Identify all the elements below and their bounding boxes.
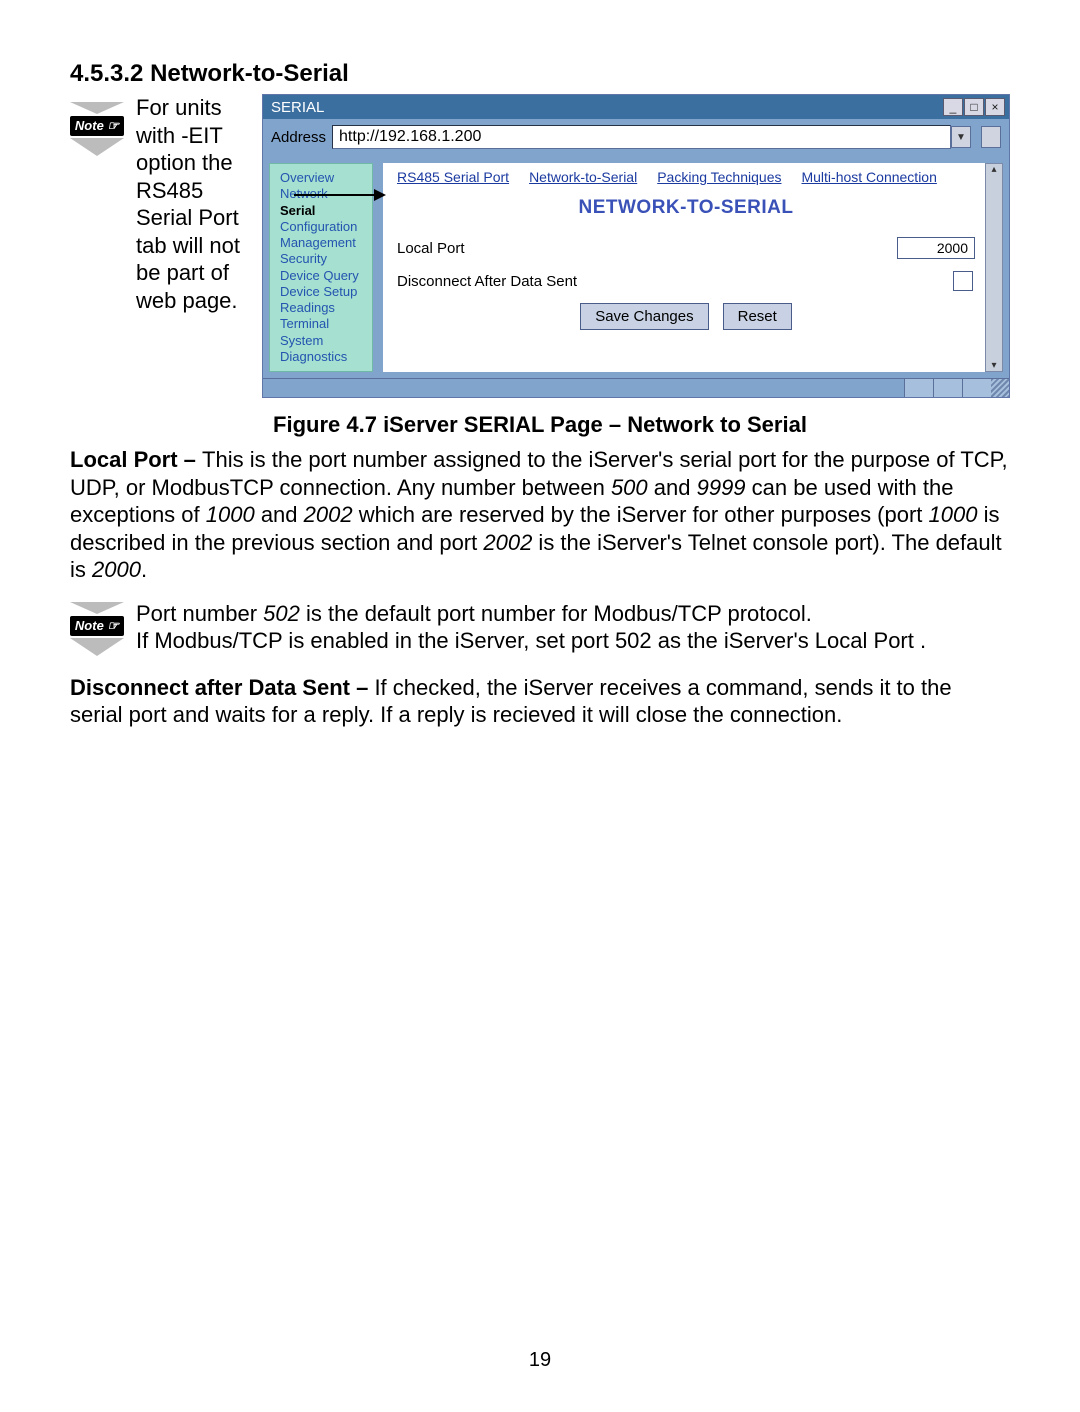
section-heading: 4.5.3.2 Network-to-Serial bbox=[70, 60, 1010, 88]
resize-grip-icon[interactable] bbox=[991, 379, 1009, 397]
nav-item-system[interactable]: System bbox=[280, 333, 366, 349]
content-vertical-scrollbar[interactable]: ▴ ▾ bbox=[985, 163, 1003, 372]
tab-network-to-serial[interactable]: Network-to-Serial bbox=[529, 169, 637, 185]
tab-rs485-serial-port[interactable]: RS485 Serial Port bbox=[397, 169, 509, 185]
nav-item-configuration[interactable]: Configuration bbox=[280, 219, 366, 235]
nav-item-serial[interactable]: Serial bbox=[280, 203, 366, 219]
address-go-button[interactable] bbox=[981, 126, 1001, 148]
nav-item-overview[interactable]: Overview bbox=[280, 170, 366, 186]
disconnect-after-data-sent-checkbox[interactable] bbox=[953, 271, 973, 291]
sidenote-text: For units with -EIT option the RS485 Ser… bbox=[130, 94, 262, 314]
tab-multi-host-connection[interactable]: Multi-host Connection bbox=[801, 169, 936, 185]
nav-item-device-setup[interactable]: Device Setup bbox=[280, 284, 366, 300]
window-status-bar bbox=[263, 378, 1009, 397]
nav-sidebar: Overview Network Serial Configuration Ma… bbox=[269, 163, 373, 372]
nav-item-terminal[interactable]: Terminal bbox=[280, 316, 366, 332]
tab-packing-techniques[interactable]: Packing Techniques bbox=[657, 169, 781, 185]
note-2-text: Port number 502 is the default port numb… bbox=[130, 600, 1010, 656]
window-close-button[interactable]: × bbox=[985, 98, 1005, 116]
paragraph-local-port: Local Port – This is the port number ass… bbox=[70, 446, 1010, 584]
nav-item-management[interactable]: Management bbox=[280, 235, 366, 251]
address-input[interactable]: http://192.168.1.200 bbox=[332, 125, 951, 149]
page-number: 19 bbox=[0, 1349, 1080, 1372]
paragraph-disconnect: Disconnect after Data Sent – If checked,… bbox=[70, 674, 1010, 729]
figure-caption: Figure 4.7 iServer SERIAL Page – Network… bbox=[70, 412, 1010, 438]
nav-item-network[interactable]: Network bbox=[280, 186, 366, 202]
panel-title: NETWORK-TO-SERIAL bbox=[397, 197, 975, 219]
note-icon-1: Note ☞ bbox=[70, 94, 130, 156]
window-maximize-button[interactable]: □ bbox=[964, 98, 984, 116]
reset-button[interactable]: Reset bbox=[723, 303, 792, 330]
save-changes-button[interactable]: Save Changes bbox=[580, 303, 708, 330]
nav-item-readings[interactable]: Readings bbox=[280, 300, 366, 316]
note-label: Note ☞ bbox=[70, 116, 124, 136]
content-panel: RS485 Serial Port Network-to-Serial Pack… bbox=[383, 163, 985, 372]
scroll-up-icon[interactable]: ▴ bbox=[991, 164, 996, 175]
nav-item-diagnostics[interactable]: Diagnostics bbox=[280, 349, 366, 365]
address-label: Address bbox=[271, 129, 326, 146]
nav-item-security[interactable]: Security bbox=[280, 251, 366, 267]
window-title: SERIAL bbox=[271, 99, 942, 116]
nav-item-device-query[interactable]: Device Query bbox=[280, 268, 366, 284]
local-port-input[interactable]: 2000 bbox=[897, 237, 975, 259]
screenshot-window: SERIAL _ □ × Address http://192.168.1.20… bbox=[262, 94, 1010, 398]
scroll-down-icon[interactable]: ▾ bbox=[991, 360, 996, 371]
disconnect-after-data-sent-label: Disconnect After Data Sent bbox=[397, 273, 953, 290]
window-titlebar: SERIAL _ □ × bbox=[263, 95, 1009, 119]
window-minimize-button[interactable]: _ bbox=[943, 98, 963, 116]
address-bar: Address http://192.168.1.200 ▼ bbox=[263, 119, 1009, 155]
note-icon-2: Note ☞ bbox=[70, 600, 130, 656]
address-dropdown-icon[interactable]: ▼ bbox=[951, 126, 971, 148]
local-port-label: Local Port bbox=[397, 240, 897, 257]
